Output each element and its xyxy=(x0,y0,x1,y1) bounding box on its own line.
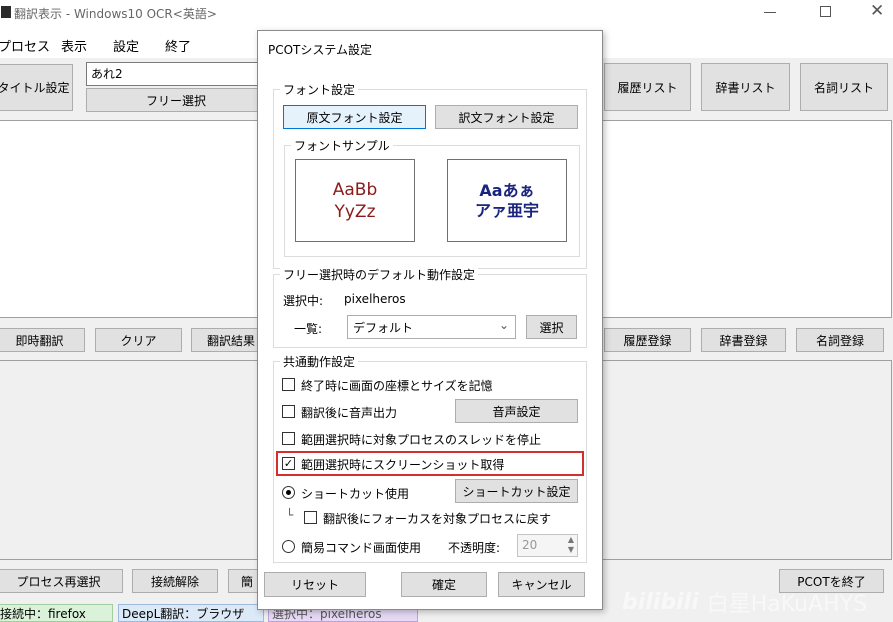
free-select-group: フリー選択時のデフォルト動作設定 選択中: pixelheros 一覧: デフォ… xyxy=(273,266,587,348)
free-select-button[interactable]: フリー選択 xyxy=(86,88,266,112)
status-connected: 接続中：firefox xyxy=(0,604,113,622)
translated-font-button[interactable]: 訳文フォント設定 xyxy=(435,105,578,129)
dialog-title: PCOTシステム設定 xyxy=(268,43,373,57)
shortcut-settings-button[interactable]: ショートカット設定 xyxy=(455,479,578,503)
voice-settings-button[interactable]: 音声設定 xyxy=(455,399,578,423)
history-register-button[interactable]: 履歴登録 xyxy=(604,328,691,352)
close-icon[interactable]: ✕ xyxy=(870,1,884,21)
font-sample-group: フォントサンプル AaBb YyZz Ааあぁ アァ亜宇 xyxy=(284,137,580,257)
font-settings-title: フォント設定 xyxy=(280,81,359,98)
source-font-sample: AaBb YyZz xyxy=(295,159,415,242)
translated-sample-line1: Ааあぁ xyxy=(479,180,535,200)
remember-position-checkbox[interactable] xyxy=(282,378,295,391)
source-sample-line1: AaBb xyxy=(332,179,378,200)
free-select-title: フリー選択時のデフォルト動作設定 xyxy=(280,266,479,283)
stop-thread-checkbox[interactable] xyxy=(282,432,295,445)
shortcut-radio[interactable] xyxy=(282,486,295,499)
instant-translate-button[interactable]: 即時翻訳 xyxy=(0,328,85,352)
title-bar: 翻訳表示 - Windows10 OCR<英語> ✕ xyxy=(0,0,893,26)
return-focus-checkbox[interactable] xyxy=(304,511,317,524)
title-settings-button[interactable]: タイトル設定 xyxy=(0,64,73,111)
watermark-text: 白星HaKuAHYS xyxy=(706,592,868,617)
minimize-icon[interactable] xyxy=(764,12,776,13)
history-list-button[interactable]: 履歴リスト xyxy=(604,63,691,111)
simple-cmd-radio[interactable] xyxy=(282,540,295,553)
screenshot-checkbox[interactable]: ✓ xyxy=(282,457,295,470)
window-title: 翻訳表示 - Windows10 OCR<英語> xyxy=(14,7,217,21)
select-button[interactable]: 選択 xyxy=(526,315,577,339)
check-icon: ✓ xyxy=(283,457,294,470)
list-label: 一覧: xyxy=(294,322,323,336)
menu-settings[interactable]: 設定 xyxy=(113,36,139,55)
ok-button[interactable]: 確定 xyxy=(401,572,487,597)
name-input[interactable]: あれ2 xyxy=(86,62,266,86)
maximize-icon[interactable] xyxy=(820,6,831,17)
translated-sample-line2: アァ亜宇 xyxy=(474,200,539,220)
dict-register-button[interactable]: 辞書登録 xyxy=(701,328,786,352)
font-settings-group: フォント設定 原文フォント設定 訳文フォント設定 フォントサンプル AaBb Y… xyxy=(273,81,587,269)
stop-thread-label[interactable]: 範囲選択時に対象プロセスのスレッドを停止 xyxy=(301,431,541,448)
menu-view[interactable]: 表示 xyxy=(61,36,87,55)
common-settings-title: 共通動作設定 xyxy=(280,353,359,370)
bilibili-logo: bilibili xyxy=(622,589,699,615)
clear-button[interactable]: クリア xyxy=(95,328,182,352)
reselect-process-button[interactable]: プロセス再選択 xyxy=(0,569,123,593)
source-font-button[interactable]: 原文フォント設定 xyxy=(283,105,426,129)
name-input-value: あれ2 xyxy=(91,67,123,81)
selected-label: 選択中: xyxy=(283,294,324,308)
tree-branch-icon: └ xyxy=(286,508,294,522)
return-focus-label[interactable]: 翻訳後にフォーカスを対象プロセスに戻す xyxy=(323,510,551,527)
noun-register-button[interactable]: 名詞登録 xyxy=(796,328,884,352)
spinner-up-icon[interactable]: ▲ xyxy=(568,535,574,544)
menu-process[interactable]: プロセス xyxy=(0,36,50,55)
voice-output-label[interactable]: 翻訳後に音声出力 xyxy=(301,404,397,421)
screenshot-label[interactable]: 範囲選択時にスクリーンショット取得 xyxy=(301,456,504,473)
chevron-down-icon: ⌄ xyxy=(498,318,509,332)
reset-button[interactable]: リセット xyxy=(264,572,366,597)
dict-list-button[interactable]: 辞書リスト xyxy=(701,63,790,111)
menu-exit[interactable]: 終了 xyxy=(165,36,191,55)
disconnect-button[interactable]: 接続解除 xyxy=(132,569,218,593)
font-sample-title: フォントサンプル xyxy=(291,137,393,154)
cancel-button[interactable]: キャンセル xyxy=(498,572,585,597)
watermark: bilibili 白星HaKuAHYS xyxy=(622,584,867,620)
opacity-value: 20 xyxy=(522,538,538,552)
common-settings-group: 共通動作設定 終了時に画面の座標とサイズを記憶 翻訳後に音声出力 音声設定 範囲… xyxy=(273,353,587,563)
translated-font-sample: Ааあぁ アァ亜宇 xyxy=(447,159,567,242)
settings-dialog: PCOTシステム設定 フォント設定 原文フォント設定 訳文フォント設定 フォント… xyxy=(257,30,603,610)
voice-output-checkbox[interactable] xyxy=(282,405,295,418)
opacity-label: 不透明度: xyxy=(448,541,501,555)
noun-list-button[interactable]: 名詞リスト xyxy=(800,63,888,111)
list-dropdown-value: デフォルト xyxy=(353,321,414,335)
radio-dot-icon xyxy=(286,490,291,495)
opacity-spinner[interactable]: 20 ▲ ▼ xyxy=(517,534,578,557)
remember-position-label[interactable]: 終了時に画面の座標とサイズを記憶 xyxy=(301,377,493,394)
selected-value: pixelheros xyxy=(344,292,406,306)
simple-cmd-label[interactable]: 簡易コマンド画面使用 xyxy=(301,539,421,556)
shortcut-label[interactable]: ショートカット使用 xyxy=(301,485,409,502)
status-deepl: DeepL翻訳：ブラウザ xyxy=(118,604,264,622)
app-icon xyxy=(1,6,11,18)
spinner-down-icon[interactable]: ▼ xyxy=(568,545,574,554)
list-dropdown[interactable]: デフォルト ⌄ xyxy=(347,315,516,339)
source-sample-line2: YyZz xyxy=(334,201,376,222)
